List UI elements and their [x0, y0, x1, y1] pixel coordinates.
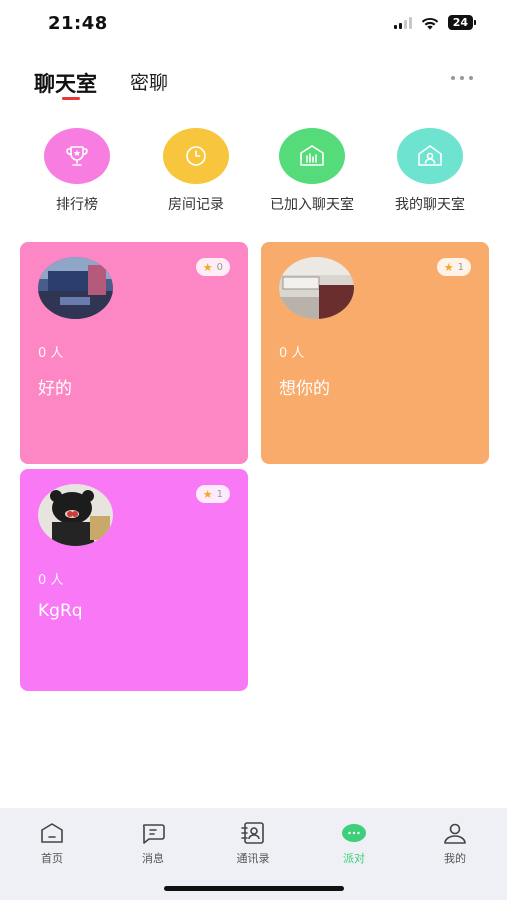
status-indicators: 24 [393, 15, 477, 30]
quick-entry-leaderboard[interactable]: 排行榜 [22, 128, 132, 214]
nav-item-messages[interactable]: 消息 [118, 820, 188, 866]
battery-icon: 24 [447, 15, 477, 30]
tab-chatroom[interactable]: 聊天室 [34, 68, 97, 98]
nav-label: 我的 [444, 852, 466, 865]
star-icon: ★ [202, 487, 213, 501]
house-user-icon [397, 128, 463, 184]
chat-room-icon [279, 128, 345, 184]
status-time: 21:48 [48, 13, 108, 34]
quick-entry-label: 排行榜 [56, 197, 98, 213]
nav-item-profile[interactable]: 我的 [420, 820, 490, 866]
star-icon: ★ [202, 260, 213, 274]
nav-label: 派对 [343, 852, 365, 865]
nav-item-contacts[interactable]: 通讯录 [218, 820, 288, 866]
room-badge: ★ 0 [195, 258, 230, 276]
room-member-count: 0 人 [279, 346, 305, 361]
room-name: 想你的 [279, 379, 330, 399]
message-icon [138, 820, 168, 846]
wifi-icon [421, 17, 438, 29]
room-badge-value: 1 [457, 261, 464, 273]
home-indicator [164, 886, 344, 891]
room-member-count: 0 人 [38, 346, 64, 361]
quick-entry-room-history[interactable]: 房间记录 [141, 128, 251, 214]
quick-entry-label: 我的聊天室 [395, 197, 465, 213]
room-name: 好的 [38, 379, 72, 399]
quick-entry-label: 房间记录 [168, 197, 224, 213]
nav-label: 通讯录 [236, 852, 270, 865]
nav-item-home[interactable]: 首页 [17, 820, 87, 866]
room-avatar [279, 257, 354, 319]
nav-label: 首页 [41, 852, 63, 865]
room-card[interactable]: ★ 1 0 人 想你的 [261, 242, 489, 464]
quick-entry-label: 已加入聊天室 [270, 197, 354, 213]
room-card[interactable]: ★ 1 0 人 KgRq [20, 469, 248, 691]
profile-icon [440, 820, 470, 846]
room-member-count: 0 人 [38, 573, 64, 588]
quick-entry-joined-rooms[interactable]: 已加入聊天室 [257, 128, 367, 214]
signal-icon [393, 16, 412, 29]
star-icon: ★ [443, 260, 454, 274]
nav-label: 消息 [142, 852, 164, 865]
party-icon [339, 820, 369, 846]
room-badge: ★ 1 [436, 258, 471, 276]
clock-icon [163, 128, 229, 184]
room-card[interactable]: ★ 0 0 人 好的 [20, 242, 248, 464]
room-badge: ★ 1 [195, 485, 230, 503]
room-avatar [38, 484, 113, 546]
quick-entry-my-rooms[interactable]: 我的聊天室 [375, 128, 485, 214]
nav-item-party[interactable]: 派对 [319, 820, 389, 866]
header: 聊天室 密聊 [0, 62, 507, 106]
quick-entries: 排行榜 房间记录 已加入聊天室 我的聊天室 [0, 128, 507, 218]
tab-private-chat[interactable]: 密聊 [130, 68, 168, 95]
room-avatar [38, 257, 113, 319]
room-name: KgRq [38, 601, 83, 621]
status-bar: 21:48 24 [0, 0, 507, 46]
room-badge-value: 0 [216, 261, 223, 273]
tab-active-indicator [62, 97, 80, 100]
home-icon [37, 820, 67, 846]
more-icon[interactable] [451, 76, 473, 80]
trophy-icon [44, 128, 110, 184]
room-badge-value: 1 [216, 488, 223, 500]
contacts-icon [238, 820, 268, 846]
